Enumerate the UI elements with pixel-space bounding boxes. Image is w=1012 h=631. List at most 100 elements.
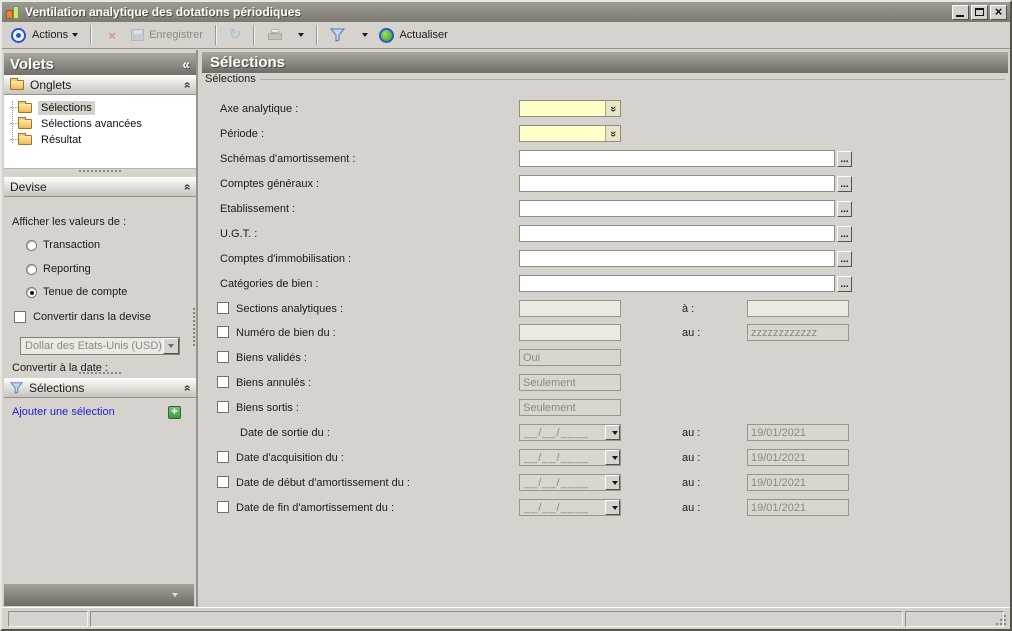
axe-analytique-combo[interactable]: » <box>519 100 621 117</box>
numero-bien-from-input[interactable] <box>519 324 621 341</box>
radio-tenue-de-compte[interactable]: Tenue de compte <box>26 286 127 298</box>
save-button[interactable]: Enregistrer <box>128 27 206 43</box>
date-dropdown-button[interactable] <box>605 475 620 490</box>
date-debut-checkbox[interactable] <box>217 476 229 488</box>
date-sortie-to-input[interactable]: 19/01/2021 <box>747 424 849 441</box>
lookup-ellipsis-button[interactable]: ... <box>837 226 852 242</box>
sections-analytiques-checkbox[interactable] <box>217 302 229 314</box>
biens-annules-checkbox[interactable] <box>217 376 229 388</box>
sections-analytiques-from-input[interactable] <box>519 300 621 317</box>
field-label: Période : <box>220 128 264 140</box>
date-debut-to-input[interactable]: 19/01/2021 <box>747 474 849 491</box>
resize-grip[interactable] <box>995 614 1007 626</box>
date-debut-from-combo[interactable]: __/__/____ <box>519 474 621 491</box>
panel-splitter[interactable] <box>2 370 198 376</box>
print-button[interactable] <box>264 27 286 44</box>
lookup-ellipsis-button[interactable]: ... <box>837 276 852 292</box>
sections-analytiques-to-input[interactable] <box>747 300 849 317</box>
checkbox-icon[interactable] <box>14 311 26 323</box>
biens-valides-checkbox[interactable] <box>217 351 229 363</box>
folder-icon <box>18 103 32 113</box>
status-bar <box>2 607 1010 629</box>
print-dropdown-button[interactable] <box>291 31 307 39</box>
minimize-button[interactable] <box>952 5 969 20</box>
currency-select-dropdown-button[interactable] <box>163 338 179 354</box>
date-acquisition-checkbox[interactable] <box>217 451 229 463</box>
collapse-panel-icon[interactable]: » <box>180 82 194 89</box>
radio-icon[interactable] <box>26 264 37 275</box>
date-dropdown-button[interactable] <box>605 425 620 440</box>
status-panel-right <box>905 611 1004 627</box>
biens-sortis-input[interactable]: Seulement <box>519 399 621 416</box>
comptes-generaux-input[interactable] <box>519 175 835 192</box>
radio-transaction[interactable]: Transaction <box>26 239 100 251</box>
actions-button[interactable]: Actions <box>8 26 81 45</box>
actualiser-label: Actualiser <box>399 29 447 41</box>
date-sortie-from-combo[interactable]: __/__/____ <box>519 424 621 441</box>
window-title: Ventilation analytique des dotations pér… <box>25 5 952 19</box>
convert-currency-checkbox-row[interactable]: Convertir dans la devise <box>14 311 151 323</box>
lookup-ellipsis-button[interactable]: ... <box>837 151 852 167</box>
radio-reporting[interactable]: Reporting <box>26 263 91 275</box>
field-label: Catégories de bien : <box>220 278 318 290</box>
add-selection-link[interactable]: Ajouter une sélection <box>12 406 115 418</box>
date-acquisition-from-combo[interactable]: __/__/____ <box>519 449 621 466</box>
sidebar-resize-handle[interactable] <box>193 308 195 346</box>
plus-icon: + <box>171 406 177 418</box>
biens-annules-input[interactable]: Seulement <box>519 374 621 391</box>
etablissement-input[interactable] <box>519 200 835 217</box>
ugt-input[interactable] <box>519 225 835 242</box>
date-fin-from-combo[interactable]: __/__/____ <box>519 499 621 516</box>
minimize-icon <box>956 15 964 17</box>
panel-header-devise[interactable]: Devise » <box>4 177 196 197</box>
date-fin-checkbox[interactable] <box>217 501 229 513</box>
periode-combo[interactable]: » <box>519 125 621 142</box>
schemas-amortissement-input[interactable] <box>519 150 835 167</box>
tab-tree-item-selections-avancees[interactable]: Sélections avancées <box>4 116 196 131</box>
numero-bien-to-input[interactable]: zzzzzzzzzzzz <box>747 324 849 341</box>
tab-tree-item-selections[interactable]: Sélections <box>4 100 196 115</box>
lookup-ellipsis-button[interactable]: ... <box>837 251 852 267</box>
ellipsis-icon: ... <box>840 254 848 266</box>
date-value: __/__/____ <box>524 452 589 464</box>
radio-icon[interactable] <box>26 240 37 251</box>
filter-dropdown-button[interactable] <box>355 31 371 39</box>
close-button[interactable]: × <box>990 5 1007 20</box>
tab-tree-item-resultat[interactable]: Résultat <box>4 132 196 147</box>
date-value: __/__/____ <box>524 427 589 439</box>
currency-select[interactable]: Dollar des Etats-Unis (USD) <box>20 337 180 355</box>
date-acquisition-to-input[interactable]: 19/01/2021 <box>747 449 849 466</box>
combo-open-button[interactable]: » <box>605 126 620 141</box>
main-header: Sélections <box>202 52 1008 73</box>
numero-bien-checkbox[interactable] <box>217 326 229 338</box>
date-dropdown-button[interactable] <box>605 450 620 465</box>
panel-header-onglets[interactable]: Onglets » <box>4 75 196 95</box>
collapse-panel-icon[interactable]: » <box>180 184 194 191</box>
comptes-immobilisation-input[interactable] <box>519 250 835 267</box>
panel-splitter[interactable] <box>2 168 198 174</box>
categories-bien-input[interactable] <box>519 275 835 292</box>
maximize-icon <box>975 8 984 16</box>
ellipsis-icon: ... <box>840 279 848 291</box>
lookup-ellipsis-button[interactable]: ... <box>837 201 852 217</box>
lookup-ellipsis-button[interactable]: ... <box>837 176 852 192</box>
combo-open-button[interactable]: » <box>605 101 620 116</box>
add-selection-button[interactable]: + <box>168 406 181 419</box>
refresh-button[interactable]: ↻ <box>226 26 245 44</box>
biens-valides-input[interactable]: Oui <box>519 349 621 366</box>
radio-icon-checked[interactable] <box>26 287 37 298</box>
panel-header-selections[interactable]: Sélections » <box>4 378 196 398</box>
delete-button[interactable]: × <box>101 26 123 45</box>
date-fin-to-input[interactable]: 19/01/2021 <box>747 499 849 516</box>
main-area: Sélections Sélections Axe analytique : »… <box>200 50 1010 607</box>
biens-sortis-checkbox[interactable] <box>217 401 229 413</box>
form-row-sections-analytiques: Sections analytiques : à : <box>200 300 1010 318</box>
actualiser-button[interactable]: Actualiser <box>376 26 450 45</box>
maximize-button[interactable] <box>971 5 988 20</box>
filter-button[interactable] <box>327 26 350 44</box>
sidebar-collapse-button[interactable]: « <box>182 56 190 72</box>
radio-label: Tenue de compte <box>43 286 127 298</box>
date-dropdown-button[interactable] <box>605 500 620 515</box>
collapse-panel-icon[interactable]: » <box>180 385 194 392</box>
collapsed-panel-bar[interactable] <box>4 584 194 606</box>
